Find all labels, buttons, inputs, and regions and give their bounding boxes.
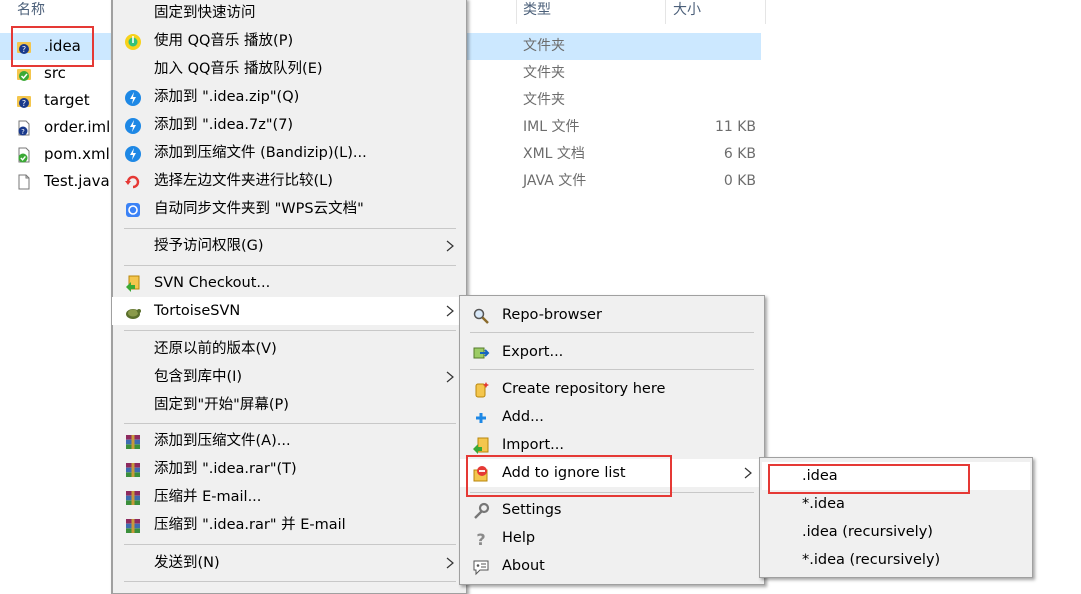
menu-item-add-7z[interactable]: 添加到 ".idea.7z"(7) (112, 111, 466, 139)
chevron-right-icon (446, 240, 454, 252)
menu-item-create-repository[interactable]: Create repository here (460, 375, 764, 403)
file-type: 文件夹 (523, 65, 565, 81)
menu-separator (470, 369, 754, 370)
menu-item-winrar-add-rar[interactable]: 添加到 ".idea.rar"(T) (112, 455, 466, 483)
menu-item-include-library[interactable]: 包含到库中(I) (112, 363, 466, 391)
column-header-name[interactable]: 名称 (17, 0, 45, 24)
menu-item-pin-quick-access[interactable]: 固定到快速访问 (112, 0, 466, 27)
menu-separator (124, 265, 456, 266)
tortoisesvn-submenu: Repo-browser Export... Create repository… (459, 295, 765, 585)
chevron-right-icon (446, 305, 454, 317)
menu-item-qq-music-play[interactable]: 使用 QQ音乐 播放(P) (112, 27, 466, 55)
chevron-right-icon (446, 371, 454, 383)
file-name: target (44, 91, 90, 109)
column-header-size[interactable]: 大小 (673, 0, 701, 24)
repo-browser-icon (473, 308, 489, 324)
menu-item-settings[interactable]: Settings (460, 496, 764, 524)
file-type: 文件夹 (523, 92, 565, 108)
menu-item-winrar-rar-email[interactable]: 压缩到 ".idea.rar" 并 E-mail (112, 511, 466, 539)
bandizip-icon (125, 118, 141, 134)
menu-separator (124, 228, 456, 229)
file-name: pom.xml (44, 145, 110, 163)
bandizip-icon (125, 146, 141, 162)
column-divider[interactable] (516, 0, 517, 24)
svn-folder-icon: ? (17, 96, 31, 108)
menu-item-compare-folder[interactable]: 选择左边文件夹进行比较(L) (112, 167, 466, 195)
winrar-icon (126, 491, 140, 505)
file-icon (18, 174, 30, 190)
menu-item-add-zip[interactable]: 添加到 ".idea.zip"(Q) (112, 83, 466, 111)
svn-file-ok-icon (18, 147, 30, 163)
annotation-highlight-ignore-idea (768, 464, 970, 494)
menu-item-winrar-add[interactable]: 添加到压缩文件(A)... (112, 427, 466, 455)
wps-sync-icon (126, 203, 140, 217)
file-size: 6 KB (723, 146, 756, 162)
menu-item-send-to[interactable]: 发送到(N) (112, 549, 466, 577)
menu-separator (470, 332, 754, 333)
context-menu: 固定到快速访问 使用 QQ音乐 播放(P) 加入 QQ音乐 播放队列(E) 添加… (111, 0, 467, 594)
column-header-type[interactable]: 类型 (523, 0, 551, 24)
menu-item-grant-access[interactable]: 授予访问权限(G) (112, 232, 466, 260)
menu-separator (124, 423, 456, 424)
annotation-highlight-idea (11, 26, 94, 67)
tortoisesvn-icon (126, 309, 141, 319)
menu-item-export[interactable]: Export... (460, 338, 764, 366)
add-icon (476, 413, 486, 423)
menu-item-pin-start[interactable]: 固定到"开始"屏幕(P) (112, 391, 466, 419)
compare-icon (125, 175, 140, 189)
svg-text:?: ? (476, 530, 485, 548)
menu-item-add-bandizip[interactable]: 添加到压缩文件 (Bandizip)(L)... (112, 139, 466, 167)
about-icon (473, 560, 489, 576)
menu-item-ignore-idea-recursive[interactable]: .idea (recursively) (760, 518, 1032, 546)
menu-item-ignore-star-idea[interactable]: *.idea (760, 490, 1032, 518)
file-name: order.iml (44, 118, 111, 136)
svn-file-icon: ? (18, 120, 30, 136)
winrar-icon (126, 463, 140, 477)
create-repo-icon (475, 382, 489, 398)
export-icon (473, 347, 490, 359)
winrar-icon (126, 519, 140, 533)
file-type: XML 文档 (523, 146, 585, 162)
menu-item-svn-checkout[interactable]: SVN Checkout... (112, 269, 466, 297)
file-type: IML 文件 (523, 119, 580, 135)
menu-item-qq-music-queue[interactable]: 加入 QQ音乐 播放队列(E) (112, 55, 466, 83)
settings-icon (474, 502, 490, 519)
winrar-icon (126, 435, 140, 449)
bandizip-icon (125, 90, 141, 106)
menu-item-repo-browser[interactable]: Repo-browser (460, 301, 764, 329)
menu-item-winrar-email[interactable]: 压缩并 E-mail... (112, 483, 466, 511)
qq-music-icon (125, 34, 141, 50)
import-icon (473, 437, 489, 454)
menu-item-tortoisesvn[interactable]: TortoiseSVN (112, 297, 466, 325)
file-size: 0 KB (723, 173, 756, 189)
menu-separator (124, 330, 456, 331)
menu-item-wps-sync[interactable]: 自动同步文件夹到 "WPS云文档" (112, 195, 466, 223)
column-divider[interactable] (665, 0, 666, 24)
annotation-highlight-add-to-ignore (466, 455, 672, 497)
menu-item-about[interactable]: About (460, 552, 764, 580)
menu-separator (124, 581, 456, 582)
svg-text:?: ? (21, 128, 25, 136)
svg-text:?: ? (22, 99, 26, 108)
file-name: Test.java (44, 172, 110, 190)
svn-checkout-icon (126, 275, 140, 292)
chevron-right-icon (446, 557, 454, 569)
chevron-right-icon (744, 467, 752, 479)
file-type: 文件夹 (523, 38, 565, 54)
menu-item-restore-versions[interactable]: 还原以前的版本(V) (112, 335, 466, 363)
menu-item-help[interactable]: ? Help (460, 524, 764, 552)
help-icon: ? (476, 530, 485, 548)
file-size: 11 KB (714, 119, 756, 135)
menu-item-add[interactable]: Add... (460, 403, 764, 431)
menu-separator (124, 544, 456, 545)
file-type: JAVA 文件 (523, 173, 587, 189)
column-divider[interactable] (765, 0, 766, 24)
menu-item-ignore-star-idea-recursive[interactable]: *.idea (recursively) (760, 546, 1032, 574)
svn-folder-ok-icon (17, 69, 31, 81)
